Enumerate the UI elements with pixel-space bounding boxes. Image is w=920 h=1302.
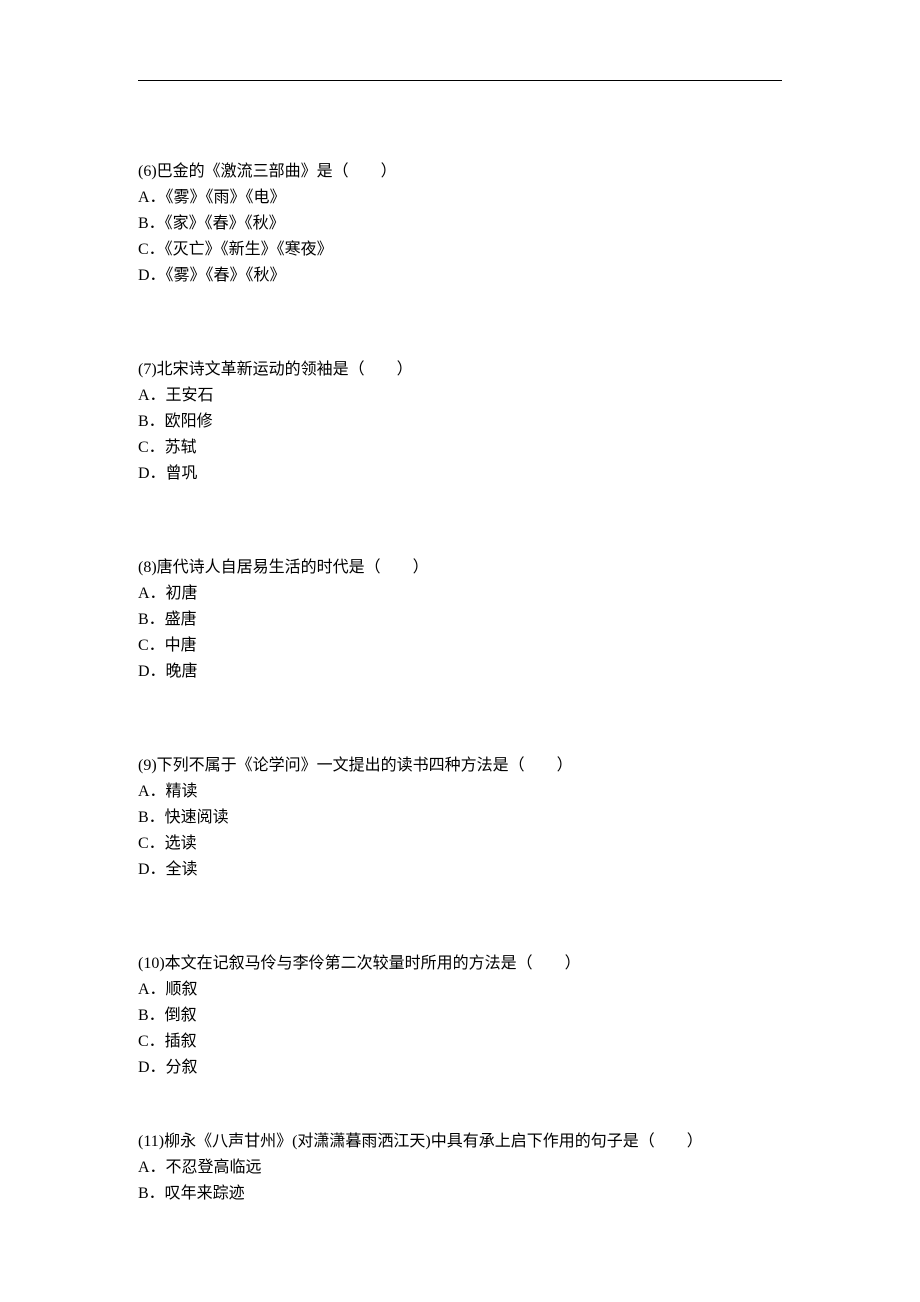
question-number: (7) bbox=[138, 361, 157, 378]
question-number: (8) bbox=[138, 559, 157, 576]
question-stem: 北宋诗文革新运动的领袖是（ ） bbox=[157, 361, 413, 378]
option-a: A．初唐 bbox=[138, 582, 782, 606]
option-a: A．顺叙 bbox=[138, 978, 782, 1002]
option-d: D．分叙 bbox=[138, 1056, 782, 1080]
option-c: C．插叙 bbox=[138, 1030, 782, 1054]
option-d: D．全读 bbox=[138, 858, 782, 882]
option-a: A．《雾》《雨》《电》 bbox=[138, 186, 782, 210]
option-b: B．快速阅读 bbox=[138, 806, 782, 830]
question-number: (6) bbox=[138, 163, 157, 180]
header-divider bbox=[138, 80, 782, 81]
question-text: (7)北宋诗文革新运动的领袖是（ ） bbox=[138, 358, 782, 382]
question-number: (9) bbox=[138, 757, 157, 774]
option-b: B．《家》《春》《秋》 bbox=[138, 212, 782, 236]
question-10: (10)本文在记叙马伶与李伶第二次较量时所用的方法是（ ） A．顺叙 B．倒叙 … bbox=[138, 952, 782, 1080]
option-c: C．苏轼 bbox=[138, 436, 782, 460]
option-d: D．曾巩 bbox=[138, 462, 782, 486]
question-stem: 柳永《八声甘州》(对潇潇暮雨洒江天)中具有承上启下作用的句子是（ ） bbox=[164, 1133, 703, 1150]
option-c: C．《灭亡》《新生》《寒夜》 bbox=[138, 238, 782, 262]
option-c: C．选读 bbox=[138, 832, 782, 856]
question-text: (6)巴金的《激流三部曲》是（ ） bbox=[138, 160, 782, 184]
option-a: A．王安石 bbox=[138, 384, 782, 408]
question-stem: 巴金的《激流三部曲》是（ ） bbox=[157, 163, 397, 180]
option-d: D．《雾》《春》《秋》 bbox=[138, 264, 782, 288]
option-a: A．不忍登高临远 bbox=[138, 1156, 782, 1180]
question-text: (11)柳永《八声甘州》(对潇潇暮雨洒江天)中具有承上启下作用的句子是（ ） bbox=[138, 1130, 782, 1154]
question-number: (11) bbox=[138, 1133, 164, 1150]
question-number: (10) bbox=[138, 955, 165, 972]
question-stem: 下列不属于《论学问》一文提出的读书四种方法是（ ） bbox=[157, 757, 573, 774]
option-b: B．倒叙 bbox=[138, 1004, 782, 1028]
question-8: (8)唐代诗人自居易生活的时代是（ ） A．初唐 B．盛唐 C．中唐 D．晚唐 bbox=[138, 556, 782, 684]
option-b: B．盛唐 bbox=[138, 608, 782, 632]
question-11: (11)柳永《八声甘州》(对潇潇暮雨洒江天)中具有承上启下作用的句子是（ ） A… bbox=[138, 1130, 782, 1206]
page-content: (6)巴金的《激流三部曲》是（ ） A．《雾》《雨》《电》 B．《家》《春》《秋… bbox=[0, 0, 920, 1206]
question-text: (9)下列不属于《论学问》一文提出的读书四种方法是（ ） bbox=[138, 754, 782, 778]
question-stem: 唐代诗人自居易生活的时代是（ ） bbox=[157, 559, 429, 576]
question-6: (6)巴金的《激流三部曲》是（ ） A．《雾》《雨》《电》 B．《家》《春》《秋… bbox=[138, 160, 782, 288]
question-text: (8)唐代诗人自居易生活的时代是（ ） bbox=[138, 556, 782, 580]
question-stem: 本文在记叙马伶与李伶第二次较量时所用的方法是（ ） bbox=[165, 955, 581, 972]
question-text: (10)本文在记叙马伶与李伶第二次较量时所用的方法是（ ） bbox=[138, 952, 782, 976]
option-b: B．欧阳修 bbox=[138, 410, 782, 434]
question-9: (9)下列不属于《论学问》一文提出的读书四种方法是（ ） A．精读 B．快速阅读… bbox=[138, 754, 782, 882]
option-c: C．中唐 bbox=[138, 634, 782, 658]
question-7: (7)北宋诗文革新运动的领袖是（ ） A．王安石 B．欧阳修 C．苏轼 D．曾巩 bbox=[138, 358, 782, 486]
option-d: D．晚唐 bbox=[138, 660, 782, 684]
option-b: B．叹年来踪迹 bbox=[138, 1182, 782, 1206]
option-a: A．精读 bbox=[138, 780, 782, 804]
